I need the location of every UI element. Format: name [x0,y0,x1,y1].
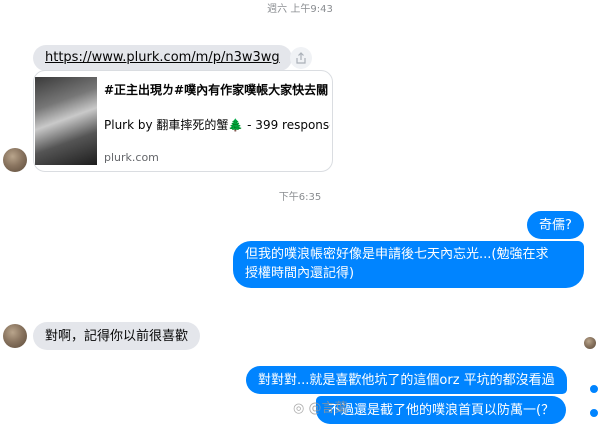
watermark: ◎ @言葉 [293,397,348,416]
incoming-message[interactable]: 對啊，記得你以前很喜歡 [33,322,201,350]
message-line: 授權時間內還記得) [245,266,355,281]
timestamp: 週六 上午9:43 [267,4,333,15]
weibo-icon: ◎ [293,401,305,416]
link-card-title: #正主出現ㄌ#噗內有作家噗帳大家快去關 [104,83,329,97]
link-message-bubble[interactable]: https://www.plurk.com/m/p/n3w3wg [33,45,292,71]
outgoing-message[interactable]: 奇儒? [527,211,584,239]
link-card-subtitle: Plurk by 翻車摔死的蟹🌲 - 399 response( [104,118,330,132]
delivered-icon [589,384,599,394]
message-link[interactable]: https://www.plurk.com/m/p/n3w3wg [45,50,280,65]
outgoing-message[interactable]: 不過還是截了他的噗浪首頁以防萬一(？ [316,396,567,424]
outgoing-message[interactable]: 但我的噗浪帳密好像是申請後七天內忘光...(勉強在求 授權時間內還記得) [233,241,584,288]
contact-avatar[interactable] [3,324,27,348]
seen-avatar [584,337,596,349]
link-preview-card[interactable]: #正主出現ㄌ#噗內有作家噗帳大家快去關 Plurk by 翻車摔死的蟹🌲 - 3… [33,70,333,172]
message-line: 但我的噗浪帳密好像是申請後七天內忘光...(勉強在求 [245,247,549,262]
share-icon [296,52,306,64]
link-card-domain: plurk.com [104,151,159,164]
outgoing-message[interactable]: 對對對...就是喜歡他坑了的這個orz 平坑的都沒看過 [246,366,567,394]
timestamp: 下午6:35 [278,192,322,203]
watermark-text: @言葉 [308,401,348,416]
link-thumbnail [35,77,97,165]
share-button[interactable] [290,47,312,69]
contact-avatar[interactable] [3,148,27,172]
delivered-icon [589,408,599,418]
